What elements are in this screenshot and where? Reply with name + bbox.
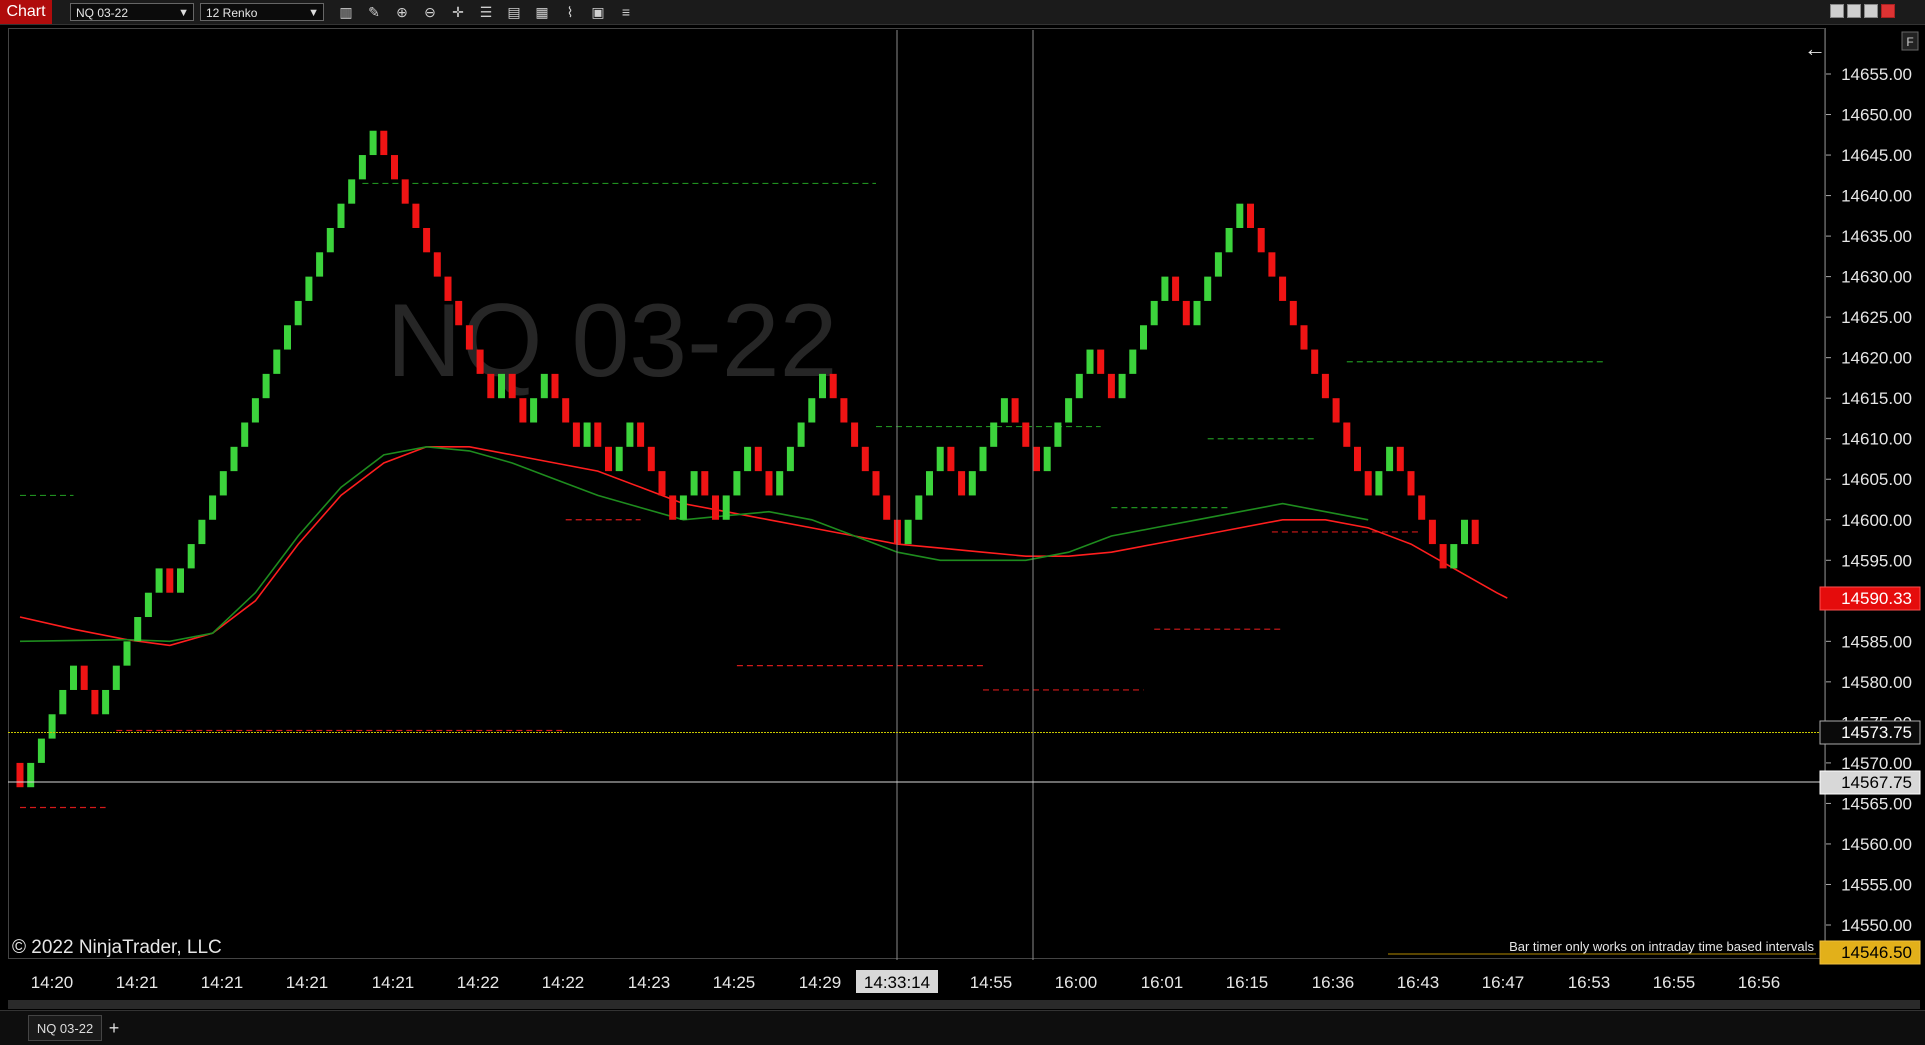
x-tick-label: 14:20 <box>31 973 74 992</box>
indicator-icon[interactable]: ▣ <box>588 3 608 21</box>
x-tick-label: 16:36 <box>1312 973 1355 992</box>
restore-icon[interactable] <box>1847 4 1861 18</box>
instrument-value: NQ 03-22 <box>76 6 129 20</box>
x-tick-label: 14:22 <box>542 973 585 992</box>
crosshair-time-label: 14:33:14 <box>864 973 930 992</box>
bar-type-value: 12 Renko <box>206 6 258 20</box>
list-icon[interactable]: ≡ <box>616 3 636 21</box>
x-tick-label: 14:25 <box>713 973 756 992</box>
x-tick-label: 16:53 <box>1568 973 1611 992</box>
x-tick-label: 16:56 <box>1738 973 1781 992</box>
x-tick-label: 16:43 <box>1397 973 1440 992</box>
close-icon[interactable] <box>1881 4 1895 18</box>
draw-pen-icon[interactable]: ✎ <box>364 3 384 21</box>
x-tick-label: 16:55 <box>1653 973 1696 992</box>
bar-type-selector[interactable]: 12 Renko ▼ <box>200 3 324 21</box>
x-tick-label: 16:01 <box>1141 973 1184 992</box>
x-tick-label: 14:21 <box>201 973 244 992</box>
add-tab-icon[interactable]: + <box>104 1015 124 1041</box>
zoom-out-icon[interactable]: ⊖ <box>420 3 440 21</box>
maximize-icon[interactable] <box>1864 4 1878 18</box>
chevron-down-icon: ▼ <box>178 7 189 19</box>
crosshair-icon[interactable]: ✛ <box>448 3 468 21</box>
x-tick-label: 14:21 <box>286 973 329 992</box>
title-bar: Chart NQ 03-22 ▼ 12 Renko ▼ ▥ ✎ ⊕ ⊖ ✛ ☰ ▤ ▦ ⌇ ▣ ≡ <box>0 0 1925 25</box>
x-tick-label: 14:21 <box>116 973 159 992</box>
data-box-icon[interactable]: ▦ <box>532 3 552 21</box>
minimize-icon[interactable] <box>1830 4 1844 18</box>
x-tick-label: 16:15 <box>1226 973 1269 992</box>
chevron-down-icon: ▼ <box>308 7 319 19</box>
chart-window-label[interactable]: Chart <box>0 0 52 24</box>
time-tag-crosshair: 14:33:14 <box>856 970 938 993</box>
tab-nq-03-22[interactable]: NQ 03-22 <box>28 1015 102 1041</box>
strategies-icon[interactable]: ⌇ <box>560 3 580 21</box>
x-tick-label: 14:22 <box>457 973 500 992</box>
x-tick-label: 14:55 <box>970 973 1013 992</box>
x-tick-label: 14:29 <box>799 973 842 992</box>
bar-type-icon[interactable]: ▥ <box>336 3 356 21</box>
templates-icon[interactable]: ▤ <box>504 3 524 21</box>
x-tick-label: 14:21 <box>372 973 415 992</box>
chart-tab-bar: NQ 03-22 + <box>0 1010 1925 1045</box>
x-tick-label: 14:23 <box>628 973 671 992</box>
x-tick-label: 16:00 <box>1055 973 1098 992</box>
properties-icon[interactable]: ☰ <box>476 3 496 21</box>
x-tick-label: 16:47 <box>1482 973 1525 992</box>
chart-panel[interactable] <box>8 28 1825 959</box>
zoom-in-icon[interactable]: ⊕ <box>392 3 412 21</box>
price-axis[interactable] <box>1825 28 1920 959</box>
instrument-selector[interactable]: NQ 03-22 ▼ <box>70 3 194 21</box>
horizontal-scrollbar[interactable] <box>8 1000 1920 1009</box>
